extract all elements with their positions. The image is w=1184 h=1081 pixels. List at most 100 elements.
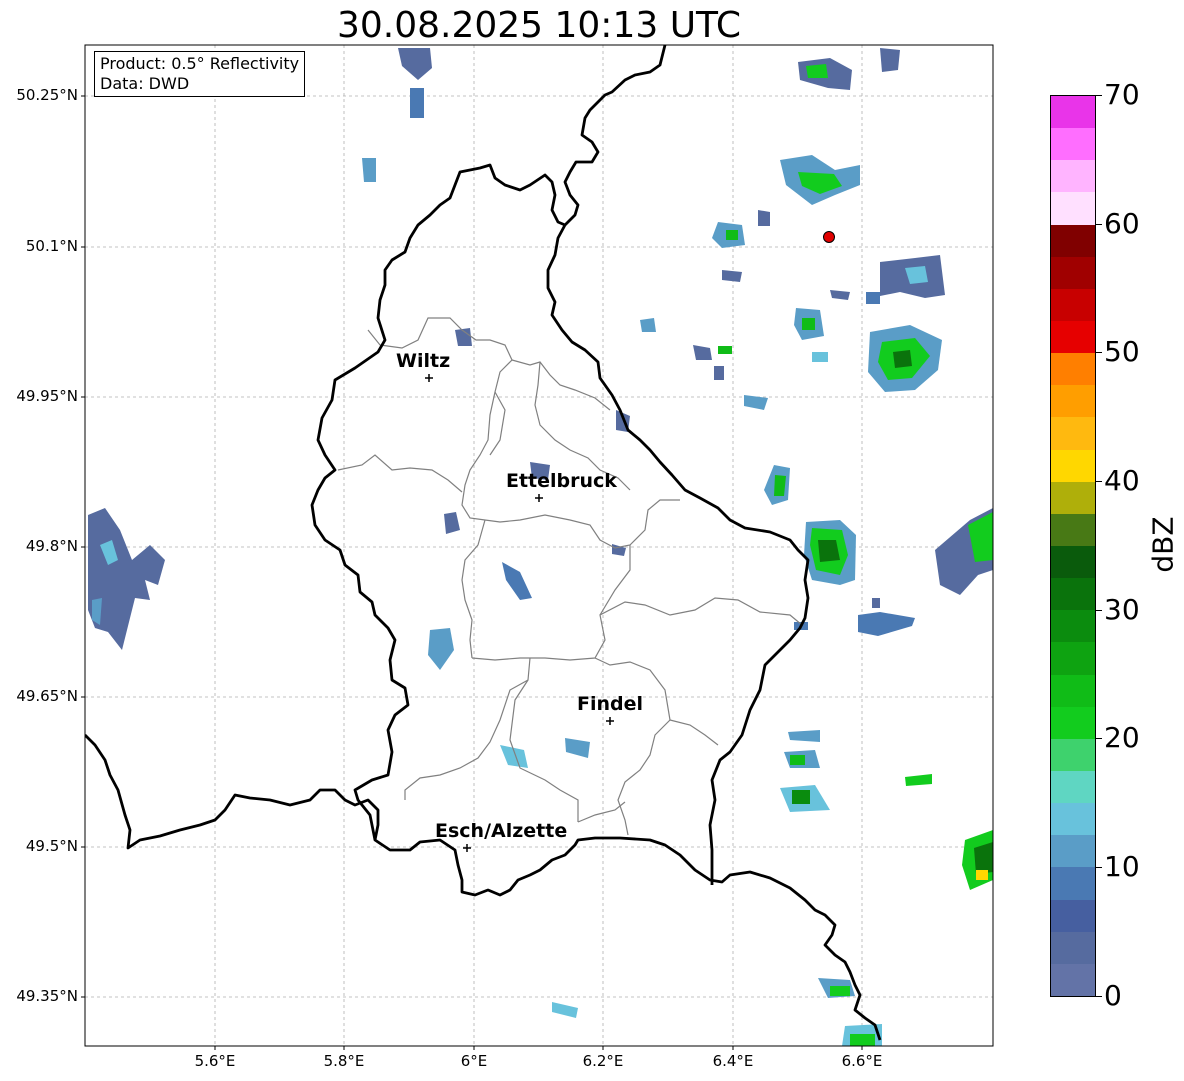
colorbar-segment — [1051, 449, 1095, 482]
lon-label: 6.2°E — [582, 1052, 624, 1070]
echo-cell — [976, 870, 988, 880]
colorbar-tick-label: 0 — [1104, 979, 1122, 1012]
colorbar-segment — [1051, 578, 1095, 611]
colorbar-tick — [1096, 224, 1102, 225]
colorbar-segment — [1051, 288, 1095, 321]
colorbar-tick-label: 30 — [1104, 593, 1140, 626]
echo-cell — [758, 210, 770, 226]
echo-cell — [812, 352, 828, 362]
colorbar-segment — [1051, 931, 1095, 964]
axis-ticks — [81, 95, 863, 1050]
city-label-esch: Esch/Alzette — [435, 820, 568, 842]
colorbar-tick-label: 10 — [1104, 850, 1140, 883]
city-label-findel: Findel — [577, 693, 644, 715]
colorbar-segment — [1051, 160, 1095, 193]
colorbar-segment — [1051, 128, 1095, 161]
echo-cell — [858, 612, 915, 636]
map-frame — [84, 44, 994, 1047]
echo-cell — [410, 88, 424, 118]
lat-label: 49.95°N — [16, 387, 78, 405]
lon-label: 6.4°E — [712, 1052, 754, 1070]
colorbar-tick — [1096, 352, 1102, 353]
colorbar-segment — [1051, 963, 1095, 996]
echo-cell — [552, 1002, 578, 1018]
colorbar-tick — [1096, 996, 1102, 997]
colorbar-segment — [1051, 899, 1095, 932]
colorbar-segment — [1051, 706, 1095, 739]
canton-boundaries — [337, 317, 803, 836]
lon-label: 5.6°E — [194, 1052, 236, 1070]
colorbar-tick — [1096, 481, 1102, 482]
lon-label: 5.8°E — [323, 1052, 365, 1070]
echo-cell — [362, 158, 376, 182]
echo-cell — [726, 230, 738, 240]
echo-cell — [693, 345, 712, 360]
echo-cell — [88, 508, 165, 650]
colorbar-segment — [1051, 256, 1095, 289]
colorbar-tick — [1096, 610, 1102, 611]
city-markers — [425, 374, 614, 852]
city-marker-esch — [463, 844, 471, 852]
lon-label: 6.6°E — [841, 1052, 883, 1070]
colorbar-tick — [1096, 95, 1102, 96]
city-label-wiltz: Wiltz — [396, 350, 451, 372]
lat-label: 50.25°N — [16, 86, 78, 104]
radar-site-marker — [823, 231, 835, 243]
echo-cell — [398, 48, 432, 80]
colorbar-segment — [1051, 867, 1095, 900]
echo-cell — [850, 1034, 875, 1046]
lon-label: 6°E — [460, 1052, 488, 1070]
colorbar-tick-label: 60 — [1104, 207, 1140, 240]
colorbar-segment — [1051, 192, 1095, 225]
colorbar-segment — [1051, 642, 1095, 675]
echo-cell — [428, 628, 454, 670]
colorbar-segment — [1051, 513, 1095, 546]
echo-cell — [774, 475, 786, 496]
colorbar-segment — [1051, 835, 1095, 868]
echo-cell — [872, 598, 880, 608]
colorbar-segment — [1051, 545, 1095, 579]
colorbar-segment — [1051, 738, 1095, 771]
colorbar-segment — [1051, 770, 1095, 804]
colorbar — [1050, 95, 1096, 997]
echo-cell — [802, 318, 815, 330]
echo-cell — [718, 346, 732, 354]
colorbar-label: dBZ — [1146, 516, 1180, 573]
echo-cell — [788, 730, 820, 742]
echo-cell — [880, 48, 900, 72]
echo-cell — [806, 64, 828, 78]
echo-cell — [792, 790, 810, 804]
colorbar-tick — [1096, 738, 1102, 739]
city-marker-wiltz — [425, 374, 433, 382]
echo-cell — [722, 270, 742, 282]
echo-cell — [500, 745, 528, 768]
colorbar-segment — [1051, 417, 1095, 450]
colorbar-segment — [1051, 610, 1095, 643]
colorbar-tick-label: 70 — [1104, 78, 1140, 111]
city-marker-ettelbruck — [535, 494, 543, 502]
echo-cell — [866, 292, 880, 304]
echo-cell — [893, 350, 912, 368]
echo-cell — [790, 755, 805, 765]
radar-map — [81, 44, 994, 1050]
echo-cell — [714, 366, 724, 380]
lat-label: 49.5°N — [25, 837, 78, 855]
source-text: Data: DWD — [100, 74, 190, 93]
echo-cell — [640, 318, 656, 332]
product-text: Product: 0.5° Reflectivity — [100, 54, 300, 73]
colorbar-segment — [1051, 224, 1095, 257]
lat-label: 50.1°N — [25, 237, 78, 255]
city-marker-findel — [606, 717, 614, 725]
info-box: Product: 0.5° Reflectivity Data: DWD — [94, 51, 306, 97]
national-borders — [85, 45, 882, 1041]
colorbar-segment — [1051, 803, 1095, 836]
colorbar-segment — [1051, 353, 1095, 386]
colorbar-tick — [1096, 867, 1102, 868]
grid-lines — [85, 45, 993, 1046]
colorbar-tick-label: 40 — [1104, 464, 1140, 497]
colorbar-segment — [1051, 96, 1095, 129]
echo-cell — [444, 512, 460, 534]
colorbar-tick-label: 20 — [1104, 721, 1140, 754]
echo-cell — [830, 986, 850, 996]
lat-label: 49.35°N — [16, 987, 78, 1005]
